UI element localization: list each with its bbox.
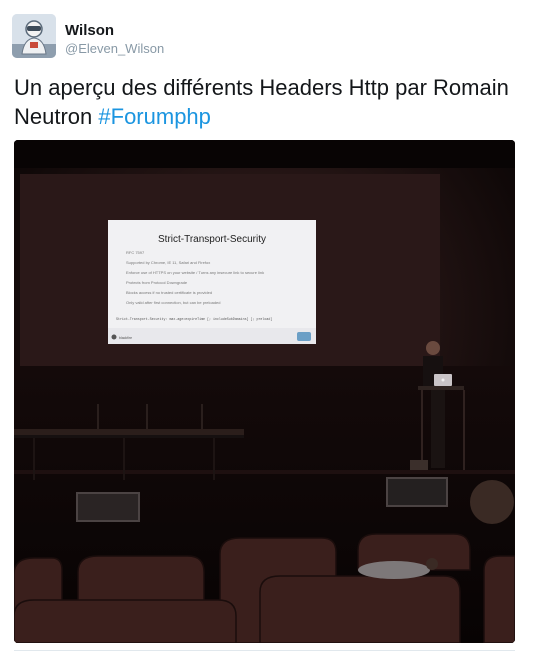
avatar-image xyxy=(12,14,56,58)
conference-photo: Strict-Transport-Security RFC 7597 Suppo… xyxy=(14,140,515,643)
slide-title: Strict-Transport-Security xyxy=(158,234,266,245)
author-handle[interactable]: @Eleven_Wilson xyxy=(65,41,164,56)
divider xyxy=(14,650,515,651)
tweet-header: Wilson @Eleven_Wilson xyxy=(12,14,164,62)
author-name[interactable]: Wilson xyxy=(65,22,164,40)
tweet-photo[interactable]: Strict-Transport-Security RFC 7597 Suppo… xyxy=(14,140,515,643)
blackfire-logo-icon xyxy=(111,334,117,340)
slide-bullet: Enforce use of HTTPS on your website / T… xyxy=(126,270,264,275)
slide-bullet: Blocks access if no trusted certificate … xyxy=(126,290,212,295)
tweet-text: Un aperçu des différents Headers Http pa… xyxy=(14,73,519,131)
presentation-slide: Strict-Transport-Security RFC 7597 Suppo… xyxy=(108,220,316,344)
slide-bullet: Only valid after first connection, but c… xyxy=(126,300,221,305)
slide-bullet: Protects from Protocol Downgrade xyxy=(126,280,188,285)
slide-badge xyxy=(297,332,311,341)
slide-bullet: RFC 7597 xyxy=(126,250,145,255)
tweet-body: Un aperçu des différents Headers Http pa… xyxy=(14,75,509,129)
author-names: Wilson @Eleven_Wilson xyxy=(65,22,164,56)
hashtag-link[interactable]: #Forumphp xyxy=(98,104,211,129)
slide-code: Strict-Transport-Security: max-age=expir… xyxy=(116,317,272,321)
slide-bullet: Supported by Chrome, IE 11, Safari and F… xyxy=(126,260,210,265)
slide-footer: blackfire xyxy=(119,336,132,340)
avatar[interactable] xyxy=(12,14,56,58)
